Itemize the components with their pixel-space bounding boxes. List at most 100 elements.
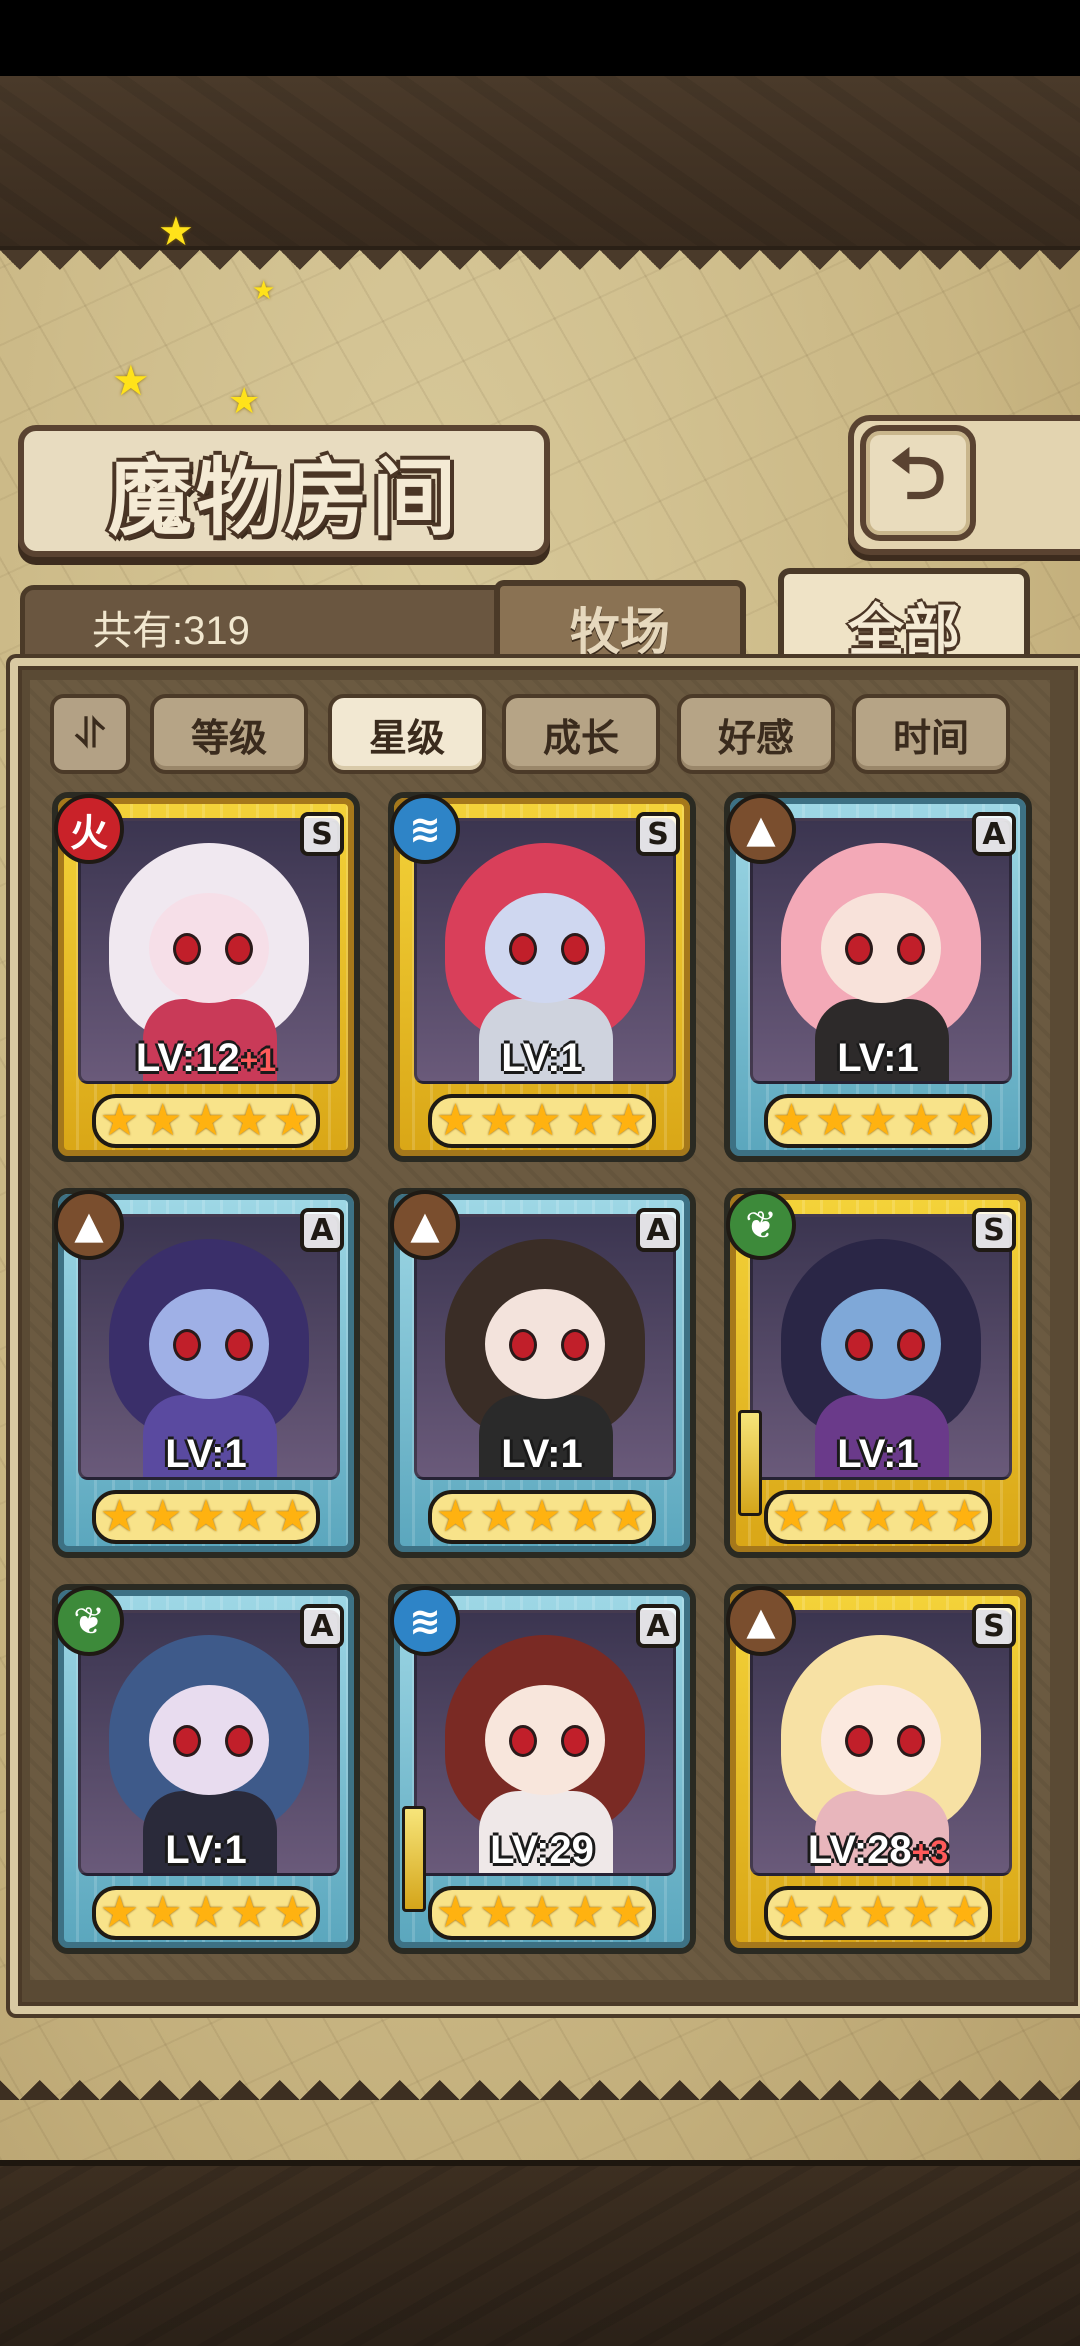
level-text: LV:1 <box>165 1432 247 1476</box>
monster-card[interactable]: 火 S LV:12+1 ★ ★ ★ ★ ★ <box>52 792 360 1162</box>
tab-all-label: 全部 <box>848 597 960 664</box>
portrait-eye <box>173 1329 201 1361</box>
monster-card[interactable]: ❦ A LV:1 ★ ★ ★ ★ ★ <box>52 1584 360 1954</box>
star-icon: ★ <box>608 1095 649 1146</box>
back-button[interactable]: ⮌ <box>860 425 976 541</box>
torn-edge-bottom <box>0 2080 1080 2120</box>
star-icon: ★ <box>435 1887 476 1938</box>
star-icon: ★ <box>143 1887 183 1938</box>
sparkle-star-icon: ★ <box>228 381 261 422</box>
star-icon: ★ <box>858 1491 898 1542</box>
monster-card[interactable]: ❦ S LV:1 ★ ★ ★ ★ ★ <box>724 1188 1032 1558</box>
filter-star-button[interactable]: 星级 <box>328 694 486 774</box>
monster-level: LV:1 <box>58 1432 354 1477</box>
star-icon: ★ <box>565 1887 605 1938</box>
portrait-eye <box>897 1329 925 1361</box>
level-text: LV:29 <box>490 1828 594 1872</box>
filter-affection-label: 好感 <box>717 715 794 760</box>
level-text: LV:1 <box>165 1828 247 1872</box>
filter-time-button[interactable]: 时间 <box>852 694 1010 774</box>
star-icon: ★ <box>771 1491 812 1542</box>
sort-order-icon: ⥯ <box>75 711 105 757</box>
filter-growth-button[interactable]: 成长 <box>502 694 660 774</box>
filter-star-label: 星级 <box>368 715 445 760</box>
monster-card[interactable]: ≋ S LV:1 ★ ★ ★ ★ ★ <box>388 792 696 1162</box>
star-icon: ★ <box>229 1095 269 1146</box>
sparkle-star-icon: ★ <box>252 276 276 306</box>
monster-card[interactable]: ▲ S LV:28+3 ★ ★ ★ ★ ★ <box>724 1584 1032 1954</box>
star-icon: ★ <box>143 1095 183 1146</box>
level-text: LV:1 <box>837 1036 919 1080</box>
star-icon: ★ <box>522 1491 562 1542</box>
sort-order-toggle[interactable]: ⥯ <box>50 694 130 774</box>
star-icon: ★ <box>229 1887 269 1938</box>
earth-element-icon: ▲ <box>54 1190 124 1260</box>
star-icon: ★ <box>608 1887 649 1938</box>
level-bonus: +3 <box>911 1834 949 1870</box>
rank-badge: A <box>636 1208 680 1252</box>
rank-badge: A <box>300 1604 344 1648</box>
portrait-eye <box>173 1725 201 1757</box>
star-rating: ★ ★ ★ ★ ★ <box>764 1094 992 1148</box>
star-icon: ★ <box>944 1095 985 1146</box>
star-icon: ★ <box>522 1095 562 1146</box>
monster-card[interactable]: ▲ A LV:1 ★ ★ ★ ★ ★ <box>724 792 1032 1162</box>
star-rating: ★ ★ ★ ★ ★ <box>764 1490 992 1544</box>
star-rating: ★ ★ ★ ★ ★ <box>764 1886 992 1940</box>
filter-growth-label: 成长 <box>542 715 619 760</box>
portrait-eye <box>845 1329 873 1361</box>
monster-level: LV:12+1 <box>58 1036 354 1081</box>
star-icon: ★ <box>479 1491 519 1542</box>
monster-level: LV:1 <box>394 1432 690 1477</box>
monster-card[interactable]: ▲ A LV:1 ★ ★ ★ ★ ★ <box>52 1188 360 1558</box>
star-icon: ★ <box>565 1095 605 1146</box>
star-icon: ★ <box>99 1095 140 1146</box>
star-icon: ★ <box>272 1491 313 1542</box>
monster-level: LV:1 <box>58 1828 354 1873</box>
monster-card[interactable]: ≋ A LV:29 ★ ★ ★ ★ ★ <box>388 1584 696 1954</box>
star-icon: ★ <box>99 1887 140 1938</box>
star-rating: ★ ★ ★ ★ ★ <box>92 1490 320 1544</box>
rank-badge: S <box>972 1208 1016 1252</box>
sparkle-star-icon: ★ <box>112 356 150 405</box>
level-text: LV:28 <box>807 1828 912 1872</box>
monster-level: LV:29 <box>394 1828 690 1873</box>
star-icon: ★ <box>858 1887 898 1938</box>
star-rating: ★ ★ ★ ★ ★ <box>92 1094 320 1148</box>
rank-badge: A <box>300 1208 344 1252</box>
star-icon: ★ <box>435 1095 476 1146</box>
rank-badge: S <box>972 1604 1016 1648</box>
star-icon: ★ <box>815 1887 855 1938</box>
filter-level-button[interactable]: 等级 <box>150 694 308 774</box>
star-icon: ★ <box>771 1887 812 1938</box>
portrait-eye <box>173 933 201 965</box>
portrait-eye <box>225 933 253 965</box>
rank-badge: S <box>300 812 344 856</box>
star-icon: ★ <box>771 1095 812 1146</box>
earth-element-icon: ▲ <box>726 1586 796 1656</box>
water-element-icon: ≋ <box>390 794 460 864</box>
fire-element-icon: 火 <box>54 794 124 864</box>
star-icon: ★ <box>229 1491 269 1542</box>
star-icon: ★ <box>186 1887 226 1938</box>
return-arrow-icon: ⮌ <box>889 432 947 515</box>
portrait-eye <box>509 933 537 965</box>
star-icon: ★ <box>435 1491 476 1542</box>
tab-farm-label: 牧场 <box>570 602 670 661</box>
portrait-eye <box>845 933 873 965</box>
star-icon: ★ <box>186 1095 226 1146</box>
tab-farm[interactable]: 牧场 <box>494 580 746 670</box>
wood-element-icon: ❦ <box>54 1586 124 1656</box>
title-plate: 魔物房间 <box>18 425 550 557</box>
star-icon: ★ <box>479 1887 519 1938</box>
star-icon: ★ <box>272 1095 313 1146</box>
rank-badge: A <box>972 812 1016 856</box>
star-icon: ★ <box>858 1095 898 1146</box>
portrait-eye <box>561 933 589 965</box>
status-bar <box>0 0 1080 76</box>
monster-level: LV:1 <box>394 1036 690 1081</box>
filter-affection-button[interactable]: 好感 <box>677 694 835 774</box>
wood-element-icon: ❦ <box>726 1190 796 1260</box>
monster-card[interactable]: ▲ A LV:1 ★ ★ ★ ★ ★ <box>388 1188 696 1558</box>
star-icon: ★ <box>565 1491 605 1542</box>
